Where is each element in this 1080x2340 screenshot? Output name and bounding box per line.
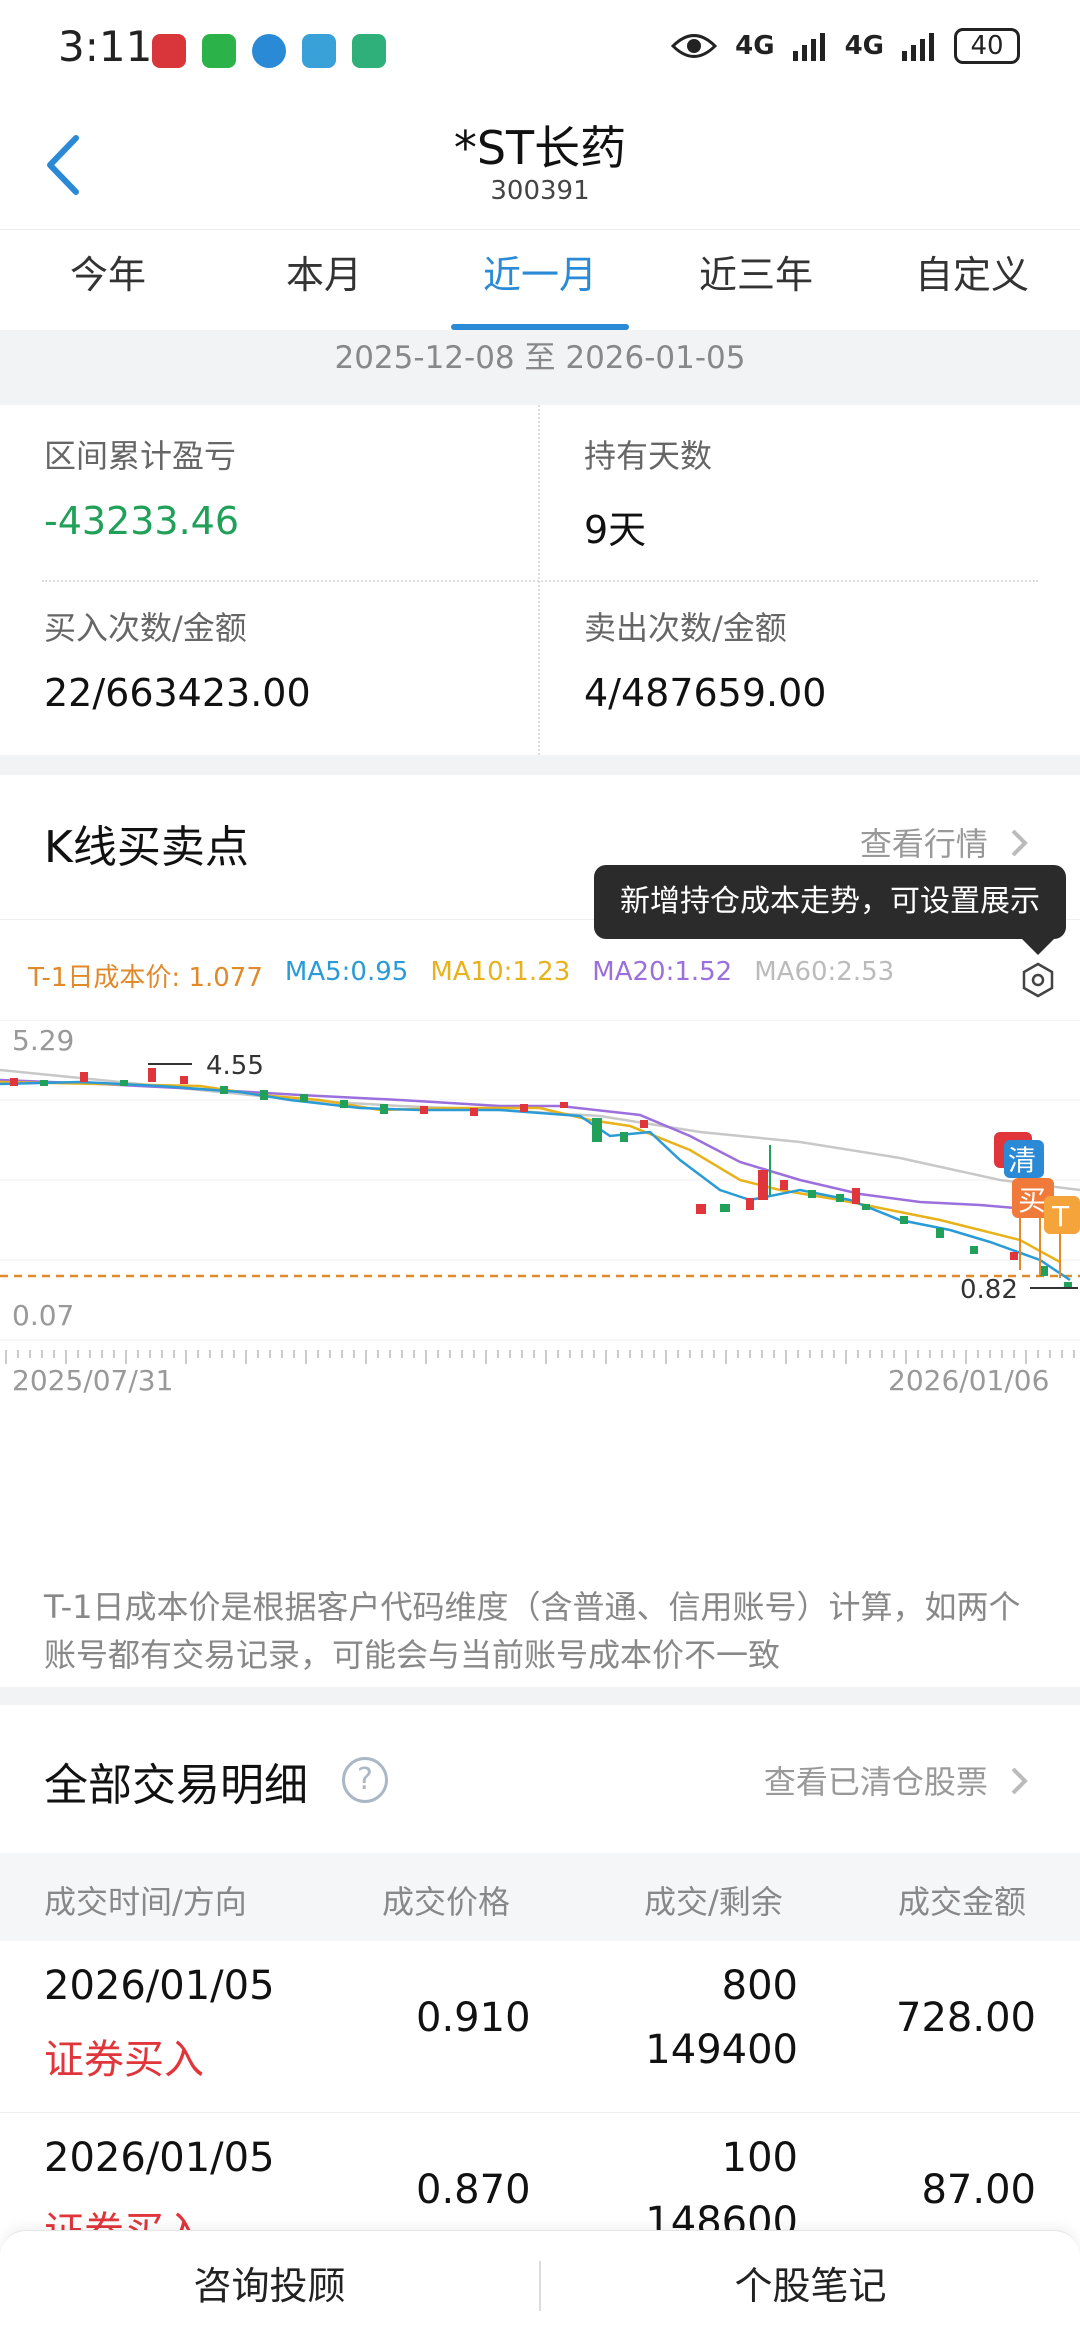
eye-icon xyxy=(671,34,718,58)
ma20-label: MA20:1.52 xyxy=(592,957,733,987)
stock-code: 300391 xyxy=(490,176,590,206)
buy-marker-label: 买 xyxy=(1018,1184,1046,1217)
tab-last-three-years[interactable]: 近三年 xyxy=(648,230,864,330)
kline-title: K线买卖点 xyxy=(44,822,249,873)
period-tabs: 今年 本月 近一月 近三年 自定义 xyxy=(0,230,1080,330)
x-axis-start: 2025/07/31 xyxy=(12,1364,173,1397)
row-qty: 800 xyxy=(721,1963,798,2009)
pnl-stat: 区间累计盈亏 -43233.46 xyxy=(44,431,239,543)
pnl-label: 区间累计盈亏 xyxy=(44,437,237,475)
col-qty-remain: 成交/剩余 xyxy=(644,1883,783,1921)
huawei-app-icon xyxy=(152,34,186,68)
divider xyxy=(42,580,1038,582)
signal-bars-icon xyxy=(792,33,825,61)
x-axis-end: 2026/01/06 xyxy=(888,1364,1049,1397)
ma10-label: MA10:1.23 xyxy=(430,957,571,987)
signal-icon-2: 4G xyxy=(844,31,884,61)
col-price: 成交价格 xyxy=(382,1883,511,1921)
date-range: 2025-12-08 至 2026-01-05 xyxy=(0,330,1080,410)
tab-custom[interactable]: 自定义 xyxy=(864,230,1080,330)
bottom-action-bar: 咨询投顾 个股笔记 xyxy=(0,2230,1080,2340)
pnl-value: -43233.46 xyxy=(44,499,240,543)
wechat-icon xyxy=(202,34,236,68)
notification-icons xyxy=(152,34,386,68)
stats-panel: 区间累计盈亏 -43233.46 持有天数 9天 买入次数/金额 22/6634… xyxy=(0,405,1080,755)
stock-notes-button[interactable]: 个股笔记 xyxy=(541,2231,1080,2340)
tab-last-month[interactable]: 近一月 xyxy=(432,230,648,330)
header: *ST长药 300391 xyxy=(0,100,1080,230)
row-price: 0.870 xyxy=(416,2167,531,2213)
wifi-app-icon-2 xyxy=(352,34,386,68)
tab-this-month[interactable]: 本月 xyxy=(216,230,432,330)
hold-days-stat: 持有天数 9天 xyxy=(584,431,712,554)
ma5-line xyxy=(0,1080,1071,1282)
ma5-label: MA5:0.95 xyxy=(284,957,409,987)
row-amount: 87.00 xyxy=(921,2167,1036,2213)
row-qty: 100 xyxy=(721,2135,798,2181)
row-remain: 149400 xyxy=(645,2027,798,2073)
chevron-right-icon xyxy=(1011,1767,1028,1795)
cleared-stocks-label: 查看已清仓股票 xyxy=(763,1763,988,1801)
y-axis-min: 0.07 xyxy=(12,1299,74,1332)
cleared-stocks-link[interactable]: 查看已清仓股票 xyxy=(764,1757,1030,1803)
sell-value: 4/487659.00 xyxy=(584,671,827,715)
low-price-mark: 0.82 xyxy=(960,1275,1018,1305)
buy-label: 买入次数/金额 xyxy=(44,609,247,647)
ma20-line xyxy=(0,1078,1080,1220)
stock-name: *ST长药 xyxy=(453,121,627,175)
view-quote-label: 查看行情 xyxy=(859,825,988,863)
table-row[interactable]: 2026/01/05 证券买入 0.910 800 149400 728.00 xyxy=(0,1941,1080,2113)
buy-stat: 买入次数/金额 22/663423.00 xyxy=(44,603,311,715)
signal-icon: 4G xyxy=(735,31,775,61)
trade-markers[interactable]: 清 买 T xyxy=(994,1132,1080,1278)
sell-stat: 卖出次数/金额 4/487659.00 xyxy=(584,603,826,715)
candles xyxy=(10,1068,1072,1288)
battery-icon: 40 xyxy=(954,28,1020,64)
row-amount: 728.00 xyxy=(896,1995,1036,2041)
ma-legend: T-1日成本价: 1.077 MA5:0.95 MA10:1.23 MA20:1… xyxy=(28,957,894,994)
row-direction: 证券买入 xyxy=(44,2037,204,2083)
x-axis-ticks xyxy=(5,1350,1075,1364)
table-header: 成交时间/方向 成交价格 成交/剩余 成交金额 xyxy=(0,1853,1080,1941)
tab-this-year[interactable]: 今年 xyxy=(0,230,216,330)
sell-label: 卖出次数/金额 xyxy=(584,609,787,647)
help-icon[interactable]: ? xyxy=(342,1757,388,1803)
settings-icon[interactable] xyxy=(1020,962,1056,998)
cost-price-label: T-1日成本价: 1.077 xyxy=(28,963,263,993)
kline-section: K线买卖点 查看行情 新增持仓成本走势，可设置展示 T-1日成本价: 1.077… xyxy=(0,775,1080,1687)
y-axis-max: 5.29 xyxy=(12,1024,74,1057)
status-time: 3:11 xyxy=(58,22,153,71)
buy-value: 22/663423.00 xyxy=(44,671,311,715)
cost-trend-tooltip[interactable]: 新增持仓成本走势，可设置展示 xyxy=(594,865,1066,955)
ma10-line xyxy=(0,1080,1061,1264)
consult-advisor-button[interactable]: 咨询投顾 xyxy=(0,2231,539,2340)
hold-days-value: 9天 xyxy=(584,508,647,552)
row-price: 0.910 xyxy=(416,1995,531,2041)
col-time-direction: 成交时间/方向 xyxy=(44,1883,247,1921)
cost-note: T-1日成本价是根据客户代码维度（含普通、信用账号）计算，如两个账号都有交易记录… xyxy=(44,1588,1021,1674)
clear-marker-label: 清 xyxy=(1008,1144,1036,1177)
view-quote-link[interactable]: 查看行情 xyxy=(860,819,1030,865)
t-marker-label: T xyxy=(1051,1200,1070,1233)
col-amount: 成交金额 xyxy=(898,1883,1027,1921)
verified-icon xyxy=(252,34,286,68)
wifi-app-icon xyxy=(302,34,336,68)
kline-chart[interactable]: 5.29 0.07 4.55 0.82 清 买 T 2025/07/31 202… xyxy=(0,1020,1080,1580)
ma60-label: MA60:2.53 xyxy=(754,957,895,987)
details-title: 全部交易明细 xyxy=(44,1760,308,1811)
signal-bars-icon-2 xyxy=(902,33,934,61)
chevron-right-icon xyxy=(1011,829,1028,857)
row-date: 2026/01/05 xyxy=(44,2135,275,2181)
hold-days-label: 持有天数 xyxy=(584,437,713,475)
high-price-mark: 4.55 xyxy=(206,1051,264,1081)
row-date: 2026/01/05 xyxy=(44,1963,275,2009)
status-bar: 3:11 4G 4G 40 xyxy=(0,0,1080,100)
